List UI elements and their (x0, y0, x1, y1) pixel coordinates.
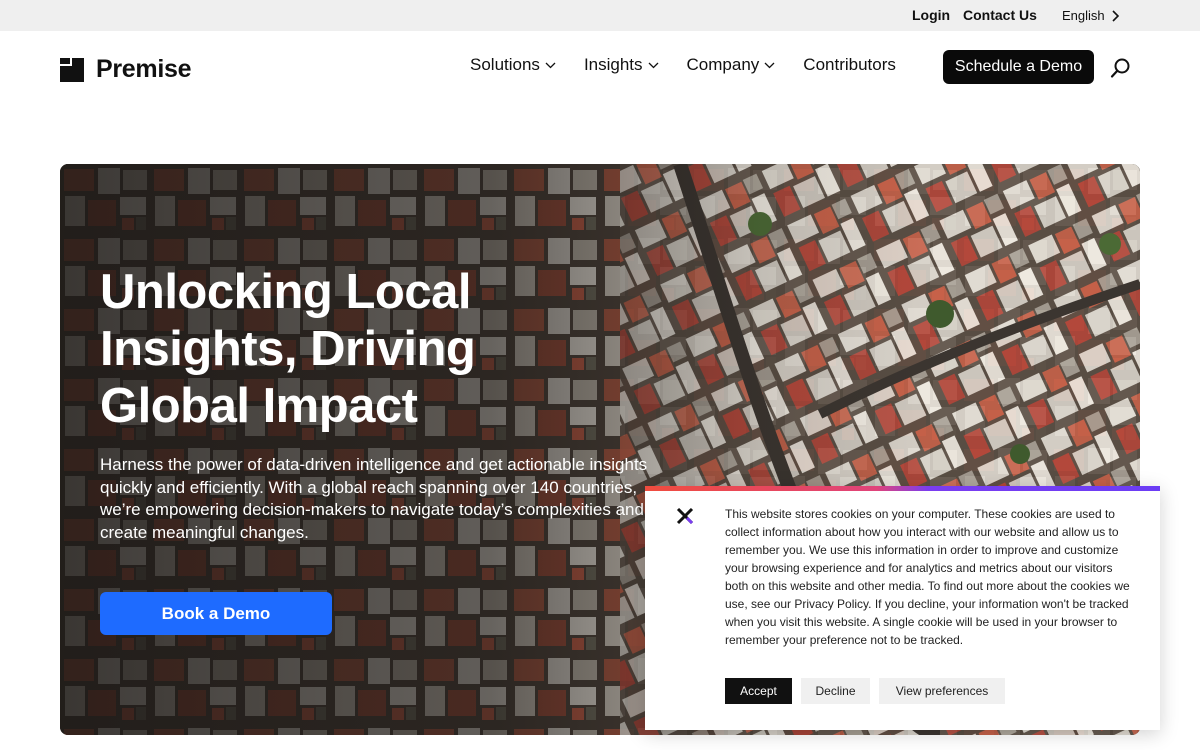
search-icon[interactable] (1110, 57, 1132, 79)
contact-us-link[interactable]: Contact Us (963, 7, 1037, 23)
language-selector[interactable]: English (1062, 8, 1120, 23)
main-header: Premise Solutions Insights Company Contr… (0, 31, 1200, 103)
chevron-right-icon (1112, 9, 1119, 22)
schedule-demo-button[interactable]: Schedule a Demo (943, 50, 1094, 84)
chevron-down-icon (648, 62, 658, 68)
cookie-accept-button[interactable]: Accept (725, 678, 792, 704)
nav-contributors-label: Contributors (803, 55, 896, 74)
cookie-decline-button[interactable]: Decline (801, 678, 870, 704)
login-link[interactable]: Login (912, 7, 950, 23)
cookie-accent-bar (645, 486, 1160, 491)
utility-bar: Login Contact Us English (0, 0, 1200, 31)
nav-insights[interactable]: Insights (584, 55, 659, 75)
nav-contributors[interactable]: Contributors (803, 55, 896, 75)
main-nav: Solutions Insights Company Contributors (470, 55, 924, 75)
logo-text: Premise (96, 55, 192, 83)
nav-company-label: Company (686, 55, 760, 74)
nav-insights-label: Insights (583, 55, 643, 74)
chevron-down-icon (545, 62, 556, 68)
cookie-banner: This website stores cookies on your comp… (645, 486, 1160, 730)
hero-title: Unlocking Local Insights, Driving Global… (100, 265, 476, 433)
close-icon[interactable] (675, 506, 695, 526)
nav-company[interactable]: Company (687, 55, 776, 75)
premise-logo[interactable]: Premise (60, 55, 192, 84)
cookie-preferences-button[interactable]: View preferences (879, 678, 1005, 704)
chevron-down-icon (764, 62, 775, 68)
nav-solutions-label: Solutions (470, 55, 540, 74)
hero-subtitle: Harness the power of data-driven intelli… (100, 455, 648, 542)
language-label: English (1062, 8, 1105, 23)
cookie-message: This website stores cookies on your comp… (725, 507, 1130, 647)
nav-solutions[interactable]: Solutions (470, 55, 556, 75)
premise-logo-icon (60, 57, 84, 82)
book-demo-button[interactable]: Book a Demo (100, 592, 332, 635)
